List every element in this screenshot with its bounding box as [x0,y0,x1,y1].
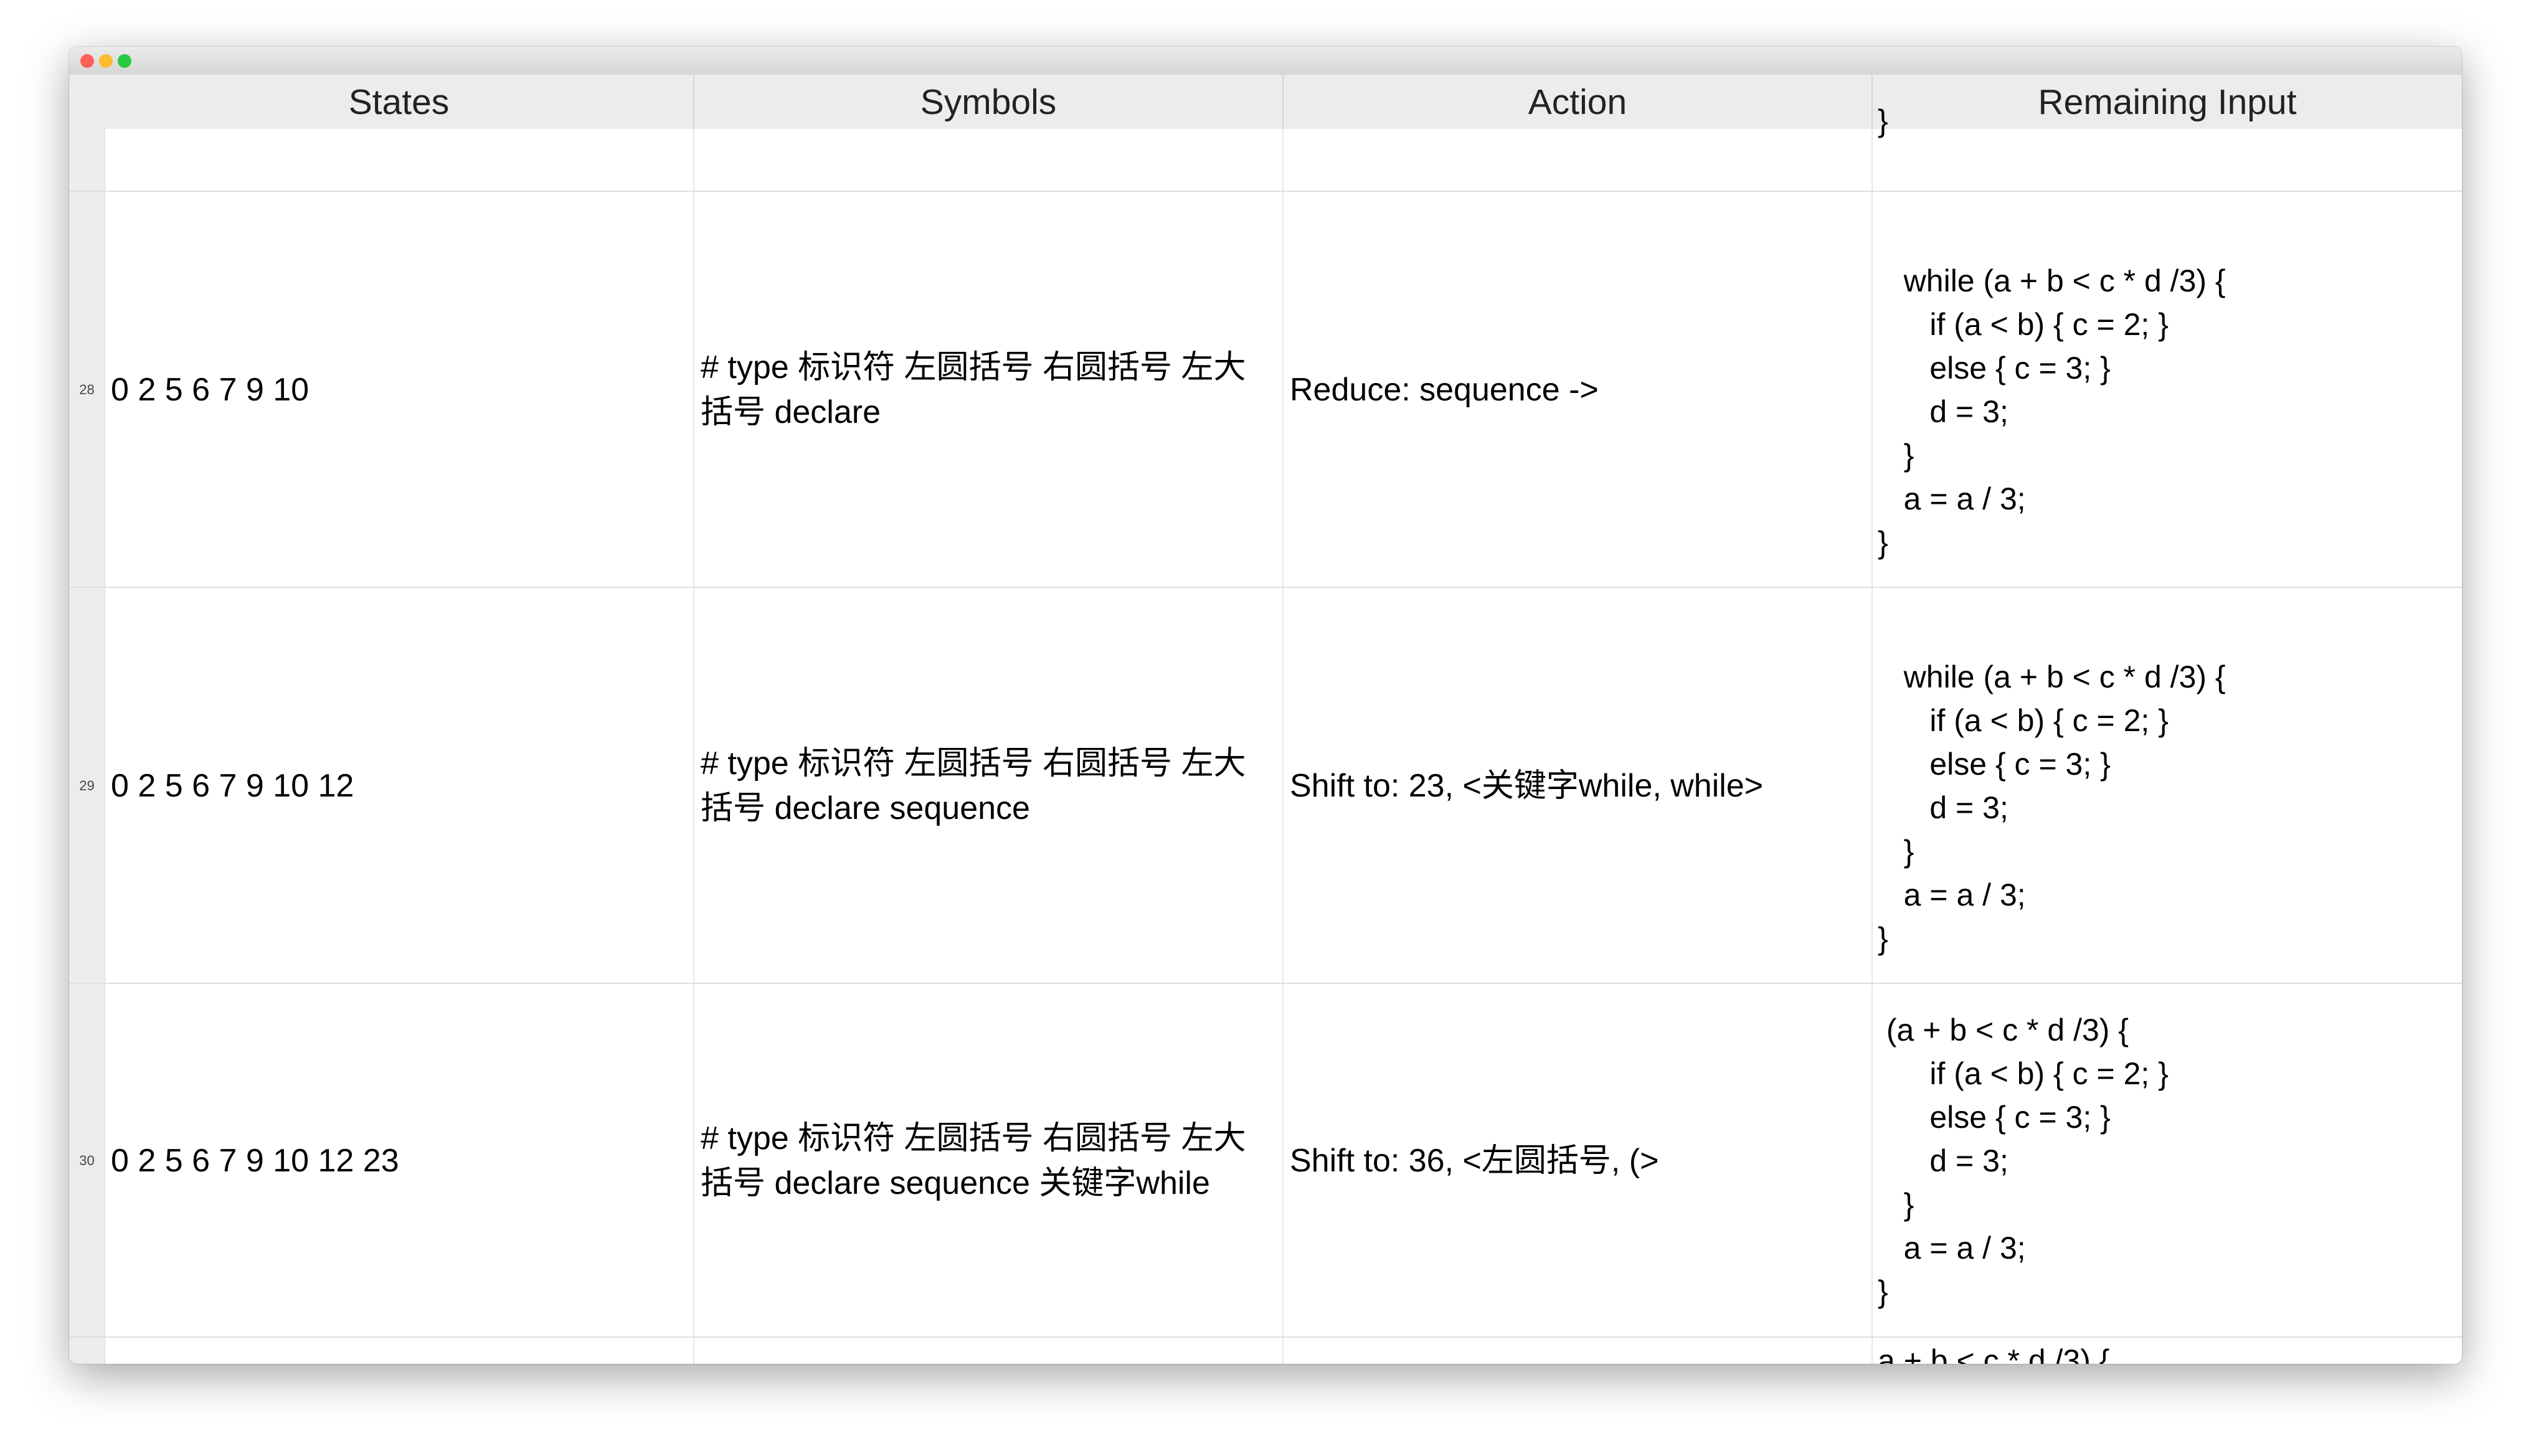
title-bar [69,47,2462,75]
row-number: 29 [79,778,95,793]
symbols-cell: # type 标识符 左圆括号 右圆括号 左大括号 declare sequen… [694,984,1284,1338]
parse-table: } 28 0 2 5 6 7 9 10 # type 标识符 左圆括号 右圆括号… [69,103,2462,1364]
remaining-input-cell: (a + b < c * d /3) { if (a < b) { c = 2;… [1878,1013,2169,1309]
symbols-cell: # type 标识符 左圆括号 右圆括号 左大括号 declare sequen… [694,588,1284,984]
remaining-input-cell: while (a + b < c * d /3) { if (a < b) { … [1878,263,2226,560]
remaining-input-cell: while (a + b < c * d /3) { if (a < b) { … [1878,659,2226,956]
minimize-button[interactable] [99,54,113,68]
row-number: 28 [79,382,95,397]
states-cell: 0 2 5 6 7 9 10 12 [105,588,694,984]
zoom-button[interactable] [118,54,131,68]
table-row[interactable]: a + b < c * d /3) { [69,1336,2462,1364]
action-cell: Reduce: sequence -> [1284,192,1873,588]
remaining-input-cell: } [1878,103,1888,138]
table-row[interactable]: 29 0 2 5 6 7 9 10 12 # type 标识符 左圆括号 右圆括… [69,587,2462,984]
column-header-symbols[interactable]: Symbols [694,75,1284,129]
remaining-input-cell: a + b < c * d /3) { [1878,1343,2110,1364]
action-cell: Shift to: 23, <关键字while, while> [1284,588,1873,984]
states-cell: 0 2 5 6 7 9 10 [105,192,694,588]
column-header-states[interactable]: States [105,75,694,129]
table-row[interactable]: 30 0 2 5 6 7 9 10 12 23 # type 标识符 左圆括号 … [69,983,2462,1338]
states-cell: 0 2 5 6 7 9 10 12 23 [105,984,694,1338]
symbols-cell: # type 标识符 左圆括号 右圆括号 左大括号 declare [694,192,1284,588]
row-number: 30 [79,1153,95,1168]
close-button[interactable] [80,54,94,68]
column-header-action[interactable]: Action [1284,75,1873,129]
table-row[interactable]: } [69,103,2462,191]
table-row[interactable]: 28 0 2 5 6 7 9 10 # type 标识符 左圆括号 右圆括号 左… [69,191,2462,588]
action-cell: Shift to: 36, <左圆括号, (> [1284,984,1873,1338]
app-window: States Symbols Action Remaining Input } … [69,47,2462,1364]
